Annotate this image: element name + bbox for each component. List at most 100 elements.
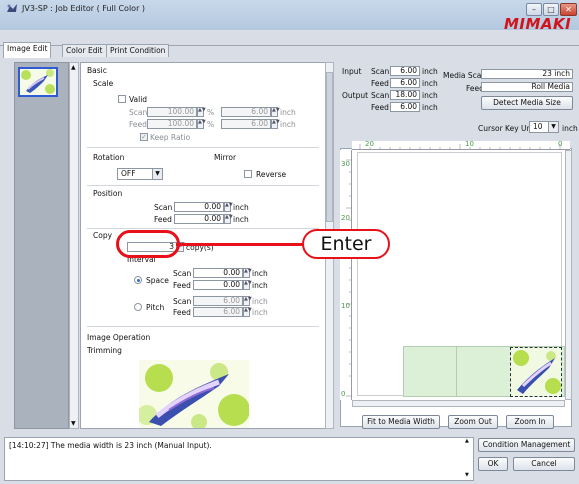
scale-scan-percent-spinner[interactable]: ▲▼ — [197, 107, 206, 117]
app-icon — [6, 3, 18, 14]
output-scan-label: Scan — [371, 91, 390, 100]
space-scan-label: Scan — [173, 269, 192, 278]
percent-unit: % — [207, 120, 215, 129]
tab-print-condition[interactable]: Print Condition — [106, 44, 170, 58]
output-feed-value: 6.00 — [390, 102, 420, 112]
input-feed-label: Feed — [371, 79, 389, 88]
space-scan-spinner[interactable]: ▲▼ — [243, 268, 252, 278]
divider — [87, 228, 319, 229]
position-feed-spinner[interactable]: ▲▼ — [224, 214, 233, 224]
cancel-button[interactable]: Cancel — [513, 457, 575, 471]
scale-heading: Scale — [93, 79, 114, 88]
ok-button[interactable]: OK — [478, 457, 508, 471]
scale-valid-checkbox[interactable] — [118, 95, 126, 103]
inch-unit: inch — [233, 215, 249, 224]
condition-management-button[interactable]: Condition Management — [478, 438, 575, 452]
space-feed-label: Feed — [173, 281, 191, 290]
scroll-up-arrow-icon[interactable]: ▲ — [465, 438, 469, 444]
mirror-reverse-label: Reverse — [256, 170, 287, 179]
percent-unit: % — [207, 108, 215, 117]
scale-feed-inch-spinner[interactable]: ▲▼ — [271, 119, 280, 129]
canvas-horizontal-scrollbar[interactable] — [352, 400, 565, 407]
tab-color-edit[interactable]: Color Edit — [62, 44, 107, 58]
mirror-reverse-checkbox[interactable] — [244, 170, 252, 178]
scale-valid-label: Valid — [129, 95, 148, 104]
image-operation-heading: Image Operation — [87, 333, 151, 342]
inch-unit: inch — [252, 308, 268, 317]
placed-image[interactable] — [510, 347, 562, 397]
media-scan-label: Media Scan — [443, 71, 487, 80]
media-scan-field[interactable]: 23 inch — [481, 69, 573, 79]
input-label: Input — [342, 67, 362, 76]
scale-feed-label: Feed — [129, 120, 147, 129]
pitch-scan-field[interactable]: 6.00 — [193, 296, 243, 306]
zoom-out-button[interactable]: Zoom Out — [448, 415, 498, 429]
pitch-feed-field[interactable]: 6.00 — [193, 307, 243, 317]
space-feed-spinner[interactable]: ▲▼ — [243, 280, 252, 290]
output-label: Output — [342, 91, 369, 100]
trimming-preview-image[interactable] — [137, 360, 250, 428]
scale-scan-inch-field[interactable]: 6.00 — [221, 107, 271, 117]
keep-ratio-label: Keep Ratio — [150, 133, 191, 142]
inch-unit: inch — [233, 203, 249, 212]
space-radio[interactable] — [134, 276, 142, 284]
thumbnail-scrollbar[interactable] — [69, 62, 79, 429]
scroll-up-arrow-icon[interactable]: ▲ — [71, 64, 76, 71]
image-thumbnail[interactable] — [18, 67, 58, 97]
position-feed-field[interactable]: 0.00 — [174, 214, 224, 224]
inch-unit: inch — [280, 108, 296, 117]
fit-to-media-width-button[interactable]: Fit to Media Width — [362, 415, 440, 429]
pitch-label: Pitch — [146, 303, 165, 312]
space-scan-field[interactable]: 0.00 — [193, 268, 243, 278]
scroll-down-arrow-icon[interactable]: ▼ — [465, 472, 469, 478]
inch-unit: inch — [252, 281, 268, 290]
inch-unit: inch — [422, 79, 438, 88]
media-feed-field[interactable]: Roll Media — [481, 82, 573, 92]
keep-ratio-checkbox[interactable]: ✓ — [140, 133, 148, 141]
scroll-down-arrow-icon[interactable]: ▼ — [71, 420, 76, 427]
ruler-left-label: 30 — [341, 160, 350, 168]
rotation-select[interactable]: OFF ▼ — [117, 168, 163, 180]
ruler-left-label: 20 — [341, 214, 350, 222]
scale-scan-percent-field[interactable]: 100.00 — [147, 107, 197, 117]
inch-unit: inch — [422, 91, 438, 100]
cursor-key-unit-select[interactable]: 10 ▼ — [529, 121, 559, 133]
divider — [87, 185, 319, 186]
pitch-feed-label: Feed — [173, 308, 191, 317]
canvas-vertical-scrollbar[interactable] — [565, 150, 572, 400]
pitch-feed-spinner[interactable]: ▲▼ — [243, 307, 252, 317]
position-scan-spinner[interactable]: ▲▼ — [224, 202, 233, 212]
inch-unit: inch — [252, 269, 268, 278]
window-title: JV3-SP : Job Editor ( Full Color ) — [22, 4, 146, 13]
divider — [87, 326, 319, 327]
position-scan-label: Scan — [154, 203, 173, 212]
callout-connector — [176, 243, 312, 246]
scale-scan-label: Scan — [129, 108, 148, 117]
pitch-scan-spinner[interactable]: ▲▼ — [243, 296, 252, 306]
ruler-top-label: 10 — [465, 140, 474, 148]
ruler-left-label: 10 — [341, 302, 350, 310]
scale-feed-inch-field[interactable]: 6.00 — [221, 119, 271, 129]
settings-scroll-thumb[interactable] — [326, 72, 333, 222]
tab-image-edit[interactable]: Image Edit — [3, 42, 52, 58]
scale-scan-inch-spinner[interactable]: ▲▼ — [271, 107, 280, 117]
top-ruler — [352, 141, 570, 150]
input-scan-label: Scan — [371, 67, 390, 76]
rotation-heading: Rotation — [93, 153, 125, 162]
scale-feed-percent-spinner[interactable]: ▲▼ — [197, 119, 206, 129]
cursor-key-unit-label: Cursor Key Unit — [478, 124, 537, 133]
position-feed-label: Feed — [154, 215, 172, 224]
scale-feed-percent-field[interactable]: 100.00 — [147, 119, 197, 129]
inch-unit: inch — [280, 120, 296, 129]
cursor-key-unit-value: 10 — [533, 122, 543, 131]
pitch-radio[interactable] — [134, 303, 142, 311]
detect-media-size-button[interactable]: Detect Media Size — [481, 96, 573, 110]
inch-unit: inch — [252, 297, 268, 306]
message-log: [14:10:27] The media width is 23 inch (M… — [4, 437, 474, 481]
trimming-heading: Trimming — [87, 346, 122, 355]
ruler-top-label: 20 — [365, 140, 374, 148]
position-scan-field[interactable]: 0.00 — [174, 202, 224, 212]
zoom-in-button[interactable]: Zoom In — [506, 415, 554, 429]
space-feed-field[interactable]: 0.00 — [193, 280, 243, 290]
chevron-down-icon: ▼ — [548, 122, 558, 132]
